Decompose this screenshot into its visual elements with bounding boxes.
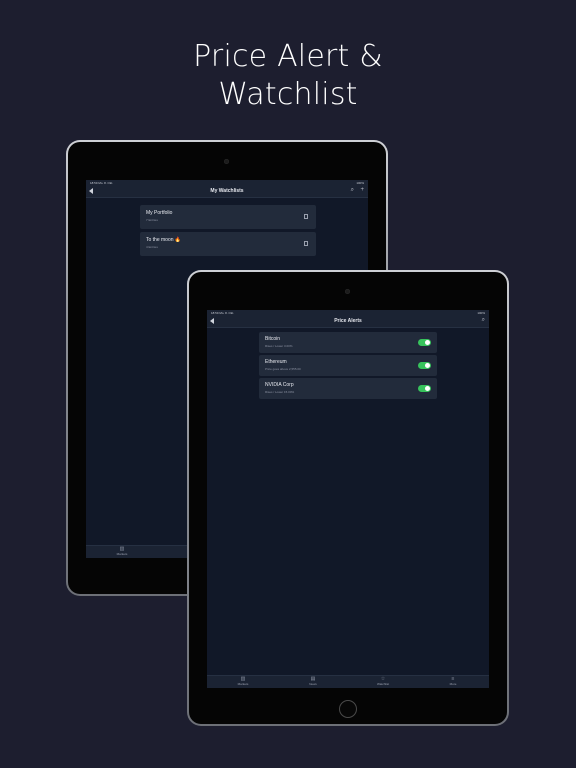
front-ipad-frame: 18:59 Mo. 8. Okt. 100% Price Alerts ⌕ Bi… bbox=[187, 270, 509, 726]
status-battery: 100% bbox=[356, 181, 364, 185]
alert-toggle[interactable] bbox=[418, 339, 431, 346]
alert-subtitle: Rises / Lower 3.00% bbox=[265, 344, 293, 348]
alert-card[interactable]: Bitcoin Rises / Lower 3.00% bbox=[259, 332, 437, 353]
watchlist-card[interactable]: My Portfolio 7 Entries bbox=[140, 205, 316, 229]
watchlist-card[interactable]: To the moon 🔥 4 Entries bbox=[140, 232, 316, 256]
alert-subtitle: Rises / Lower 15.00% bbox=[265, 390, 295, 394]
watchlist-subtitle: 4 Entries bbox=[146, 245, 158, 249]
nav-title: My Watchlists bbox=[210, 188, 244, 194]
add-icon[interactable]: + bbox=[360, 187, 364, 193]
tab-watchlist[interactable]: ☆ Watchlist bbox=[363, 677, 403, 687]
tab-label: More bbox=[449, 682, 457, 686]
search-icon[interactable]: ⌕ bbox=[482, 317, 485, 324]
alert-name: Bitcoin bbox=[265, 336, 281, 342]
back-ipad-camera bbox=[224, 159, 229, 164]
headline-line-1: Price Alert & bbox=[193, 39, 383, 74]
tab-label: Markets bbox=[237, 682, 249, 686]
alert-name: NVIDIA Corp bbox=[265, 382, 294, 388]
watchlist-name: To the moon 🔥 bbox=[146, 237, 182, 243]
front-ipad-screen: 18:59 Mo. 8. Okt. 100% Price Alerts ⌕ Bi… bbox=[207, 310, 489, 688]
tab-label: News bbox=[309, 682, 317, 686]
tab-more[interactable]: ≡ More bbox=[433, 677, 473, 687]
tab-markets[interactable]: ▥ Markets bbox=[223, 677, 263, 687]
watchlist-subtitle: 7 Entries bbox=[146, 218, 158, 222]
tab-label: Markets bbox=[116, 552, 128, 556]
alert-toggle[interactable] bbox=[418, 362, 431, 369]
alert-subtitle: Price goes above 2,555.00 bbox=[265, 367, 301, 371]
search-icon[interactable]: ⌕ bbox=[351, 187, 354, 194]
status-time: 18:59 Mo. 8. Okt. bbox=[211, 311, 235, 315]
nav-bar: My Watchlists ⌕ + bbox=[86, 186, 368, 198]
nav-title: Price Alerts bbox=[334, 318, 362, 324]
front-ipad-bezel: 18:59 Mo. 8. Okt. 100% Price Alerts ⌕ Bi… bbox=[189, 272, 507, 724]
status-battery: 100% bbox=[477, 311, 485, 315]
trash-icon[interactable] bbox=[304, 214, 308, 219]
tab-bar: ▥ Markets ▤ News ☆ Watchlist ≡ More bbox=[207, 675, 489, 688]
alert-name: Ethereum bbox=[265, 359, 287, 365]
tab-news[interactable]: ▤ News bbox=[293, 677, 333, 687]
front-ipad-camera bbox=[345, 289, 350, 294]
tab-markets[interactable]: ▥ Markets bbox=[102, 547, 142, 557]
trash-icon[interactable] bbox=[304, 241, 308, 246]
status-time: 18:59 Mo. 8. Okt. bbox=[90, 181, 114, 185]
watchlist-name: My Portfolio bbox=[146, 210, 173, 216]
alert-card[interactable]: Ethereum Price goes above 2,555.00 bbox=[259, 355, 437, 376]
headline: Price Alert & Watchlist bbox=[0, 38, 576, 114]
alert-card[interactable]: NVIDIA Corp Rises / Lower 15.00% bbox=[259, 378, 437, 399]
tab-label: Watchlist bbox=[376, 682, 390, 686]
headline-line-2: Watchlist bbox=[218, 77, 358, 112]
alert-toggle[interactable] bbox=[418, 385, 431, 392]
home-button[interactable] bbox=[339, 700, 357, 718]
nav-bar: Price Alerts ⌕ bbox=[207, 316, 489, 328]
